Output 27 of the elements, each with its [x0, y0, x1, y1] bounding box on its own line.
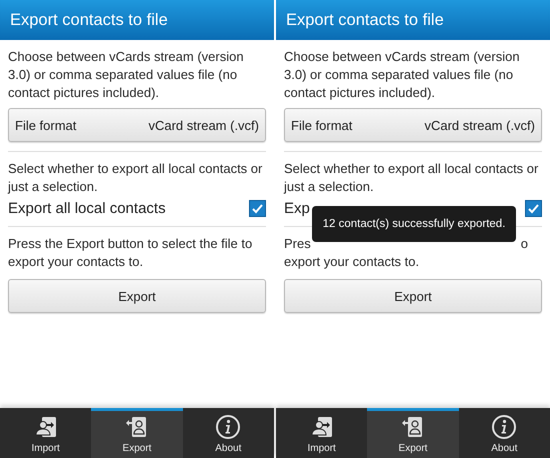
file-format-dropdown[interactable]: File format vCard stream (.vcf): [284, 108, 542, 142]
info-icon: [491, 414, 518, 440]
export-button[interactable]: Export: [8, 279, 266, 313]
tab[interactable]: Export: [367, 408, 459, 458]
description-text: Choose between vCards stream (version 3.0) or comma separated values file (no contact pictures included).: [8, 48, 245, 102]
description-text: Choose between vCards stream (version 3.0) or comma separated values file (no contact pictures included).: [284, 48, 521, 102]
tab[interactable]: Import: [0, 408, 92, 458]
description-text: Select whether to export all local contacts or just a selection.: [284, 160, 540, 196]
info-icon: [215, 414, 242, 440]
description-text: Press the Export button to select the file to export your contacts to.: [8, 235, 254, 271]
description-text: export your contacts to.: [284, 253, 420, 271]
screen-title: Export contacts to file: [10, 10, 168, 30]
file-format-dropdown[interactable]: File format vCard stream (.vcf): [8, 108, 266, 142]
tab[interactable]: Import: [276, 408, 368, 458]
checkbox[interactable]: [249, 200, 266, 217]
checkbox[interactable]: [525, 200, 542, 217]
checkbox-label: Export all local contacts: [8, 200, 166, 217]
tab[interactable]: About: [458, 408, 550, 458]
text-fragment: Pres: [284, 235, 311, 253]
tab[interactable]: About: [182, 408, 274, 458]
text-fragment: o: [520, 235, 528, 253]
tab[interactable]: Export: [91, 408, 183, 458]
screen-title: Export contacts to file: [286, 10, 444, 30]
status-toast: 12 contact(s) successfully exported.: [312, 206, 516, 242]
checkbox-label: Exp: [284, 200, 310, 217]
description-text: Select whether to export all local contacts or just a selection.: [8, 160, 264, 196]
export-button[interactable]: Export: [284, 279, 542, 313]
